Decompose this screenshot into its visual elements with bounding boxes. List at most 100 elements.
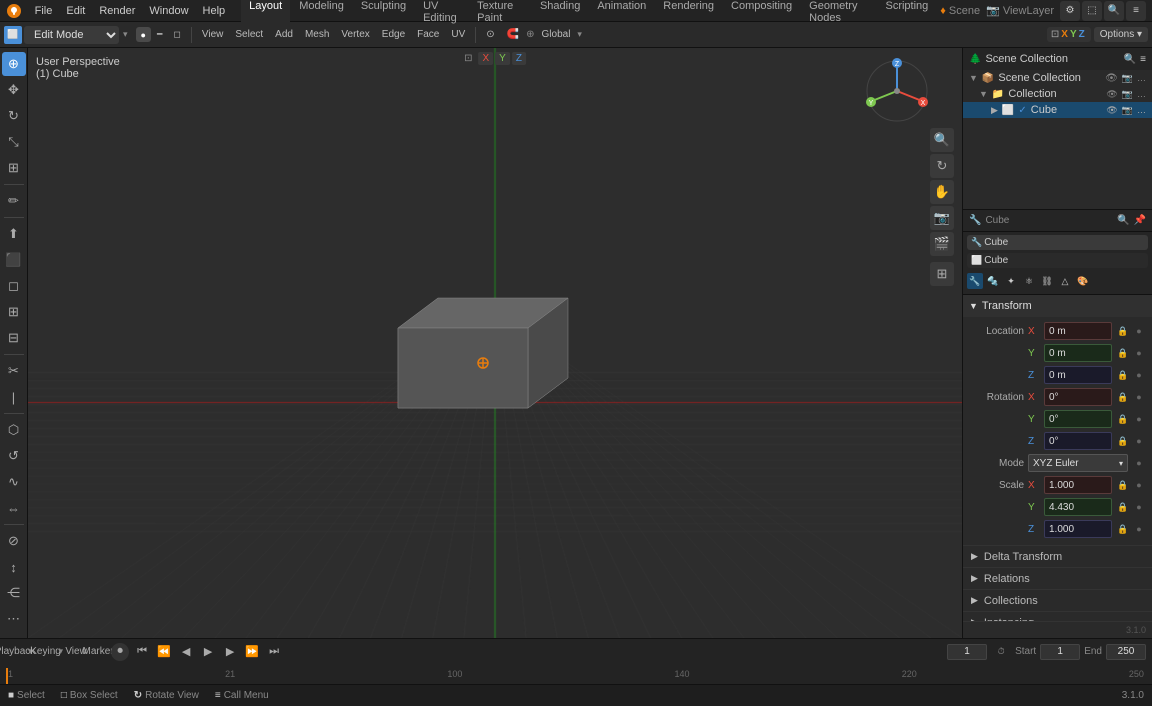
header-icon-2[interactable]: ⬚ [1082,1,1102,21]
properties-search[interactable]: 🔍 [1117,215,1129,226]
prop-tab-physics[interactable]: ⚛ [1021,273,1037,289]
rotation-x-dot[interactable]: ● [1132,390,1146,404]
overlay-toggle[interactable]: ⊞ [930,262,954,286]
outliner-collection[interactable]: ▼ 📁 Collection 👁 📷 … [963,86,1152,102]
frame-number-track[interactable]: 1 21 100 140 220 250 [4,669,1148,679]
prev-frame-btn[interactable]: ⏪ [155,643,173,661]
rotation-z-lock[interactable]: 🔒 [1116,434,1130,448]
menu-help[interactable]: Help [197,3,232,19]
tab-scripting[interactable]: Scripting [877,0,936,26]
x-axis-btn[interactable]: X [478,52,493,65]
tab-layout[interactable]: Layout [241,0,290,26]
keying-dropdown-arrow[interactable]: ▾ [59,646,64,657]
tab-animation[interactable]: Animation [589,0,654,26]
next-keyframe-btn[interactable]: ▶ [221,643,239,661]
prop-tab-object[interactable]: 🔧 [967,273,983,289]
play-btn[interactable]: ▶ [199,643,217,661]
menu-edit[interactable]: Edit [60,3,91,19]
rotation-y-dot[interactable]: ● [1132,412,1146,426]
tool-shrink-fatten[interactable]: ⊘ [2,529,26,553]
header-icon-3[interactable]: 🔍 [1104,1,1124,21]
prev-keyframe-btn[interactable]: ◀ [177,643,195,661]
menu-window[interactable]: Window [143,3,194,19]
prop-tab-object-data[interactable]: △ [1057,273,1073,289]
record-button[interactable]: ⏺ [111,643,129,661]
location-y-value[interactable]: 0 m [1044,344,1112,362]
scale-y-lock[interactable]: 🔒 [1116,500,1130,514]
view-menu[interactable]: View [197,27,229,42]
scene-dropdown[interactable]: Scene [949,5,980,17]
header-icon-4[interactable]: ≡ [1126,1,1146,21]
scale-x-dot[interactable]: ● [1132,478,1146,492]
location-y-lock[interactable]: 🔒 [1116,346,1130,360]
zoom-in-btn[interactable]: 🔍 [930,128,954,152]
snap-toggle[interactable]: 🧲 [502,27,524,42]
header-icon-1[interactable]: ⚙ [1060,1,1080,21]
properties-pin[interactable]: 📌 [1134,215,1146,226]
tool-transform[interactable]: ⊞ [2,156,26,180]
tool-knife[interactable]: ✂ [2,359,26,383]
scale-y-dot[interactable]: ● [1132,500,1146,514]
tab-uv-editing[interactable]: UV Editing [415,0,468,26]
scale-x-lock[interactable]: 🔒 [1116,478,1130,492]
scale-z-lock[interactable]: 🔒 [1116,522,1130,536]
rotation-y-lock[interactable]: 🔒 [1116,412,1130,426]
tool-shear[interactable]: ⋲ [2,581,26,605]
face-select-mode[interactable]: ◻ [168,27,185,42]
location-z-dot[interactable]: ● [1132,368,1146,382]
end-frame-input[interactable]: 250 [1106,644,1146,660]
collection-render[interactable]: 📷 [1122,89,1133,100]
scene-collection-eye[interactable]: 👁 [1105,73,1118,84]
delta-transform-section[interactable]: ▶ Delta Transform [963,546,1152,568]
vertex-select-mode[interactable]: ● [136,27,151,42]
start-frame-input[interactable]: 1 [1040,644,1080,660]
scale-x-value[interactable]: 1.000 [1044,476,1112,494]
scale-y-value[interactable]: 4.430 [1044,498,1112,516]
viewport-gizmo[interactable]: Z X Y [862,56,922,116]
rotate-view-btn[interactable]: ↻ [930,154,954,178]
location-z-value[interactable]: 0 m [1044,366,1112,384]
current-frame-input[interactable]: 1 [947,644,987,660]
z-axis-btn[interactable]: Z [512,52,526,65]
mode-dot[interactable]: ● [1132,456,1146,470]
playback-dropdown[interactable]: Playback [6,643,24,661]
edge-menu[interactable]: Edge [377,27,410,42]
edge-select-mode[interactable]: ━ [152,27,167,42]
marker-dropdown[interactable]: Marker [89,643,107,661]
cube-render[interactable]: 📷 [1122,105,1133,116]
scale-z-dot[interactable]: ● [1132,522,1146,536]
tool-scale[interactable]: ⤡ [2,130,26,154]
tool-smooth-vertex[interactable]: ∿ [2,470,26,494]
rotation-mode-select[interactable]: XYZ Euler ▾ [1028,454,1128,472]
tab-modeling[interactable]: Modeling [291,0,352,26]
cube-options[interactable]: … [1137,105,1146,115]
add-menu[interactable]: Add [270,27,298,42]
viewport-3d[interactable]: User Perspective (1) Cube ⊡ X Y Z [28,48,962,638]
location-x-lock[interactable]: 🔒 [1116,324,1130,338]
tab-rendering[interactable]: Rendering [655,0,722,26]
tool-push-pull[interactable]: ↕ [2,555,26,579]
prop-tab-modifier[interactable]: 🔩 [985,273,1001,289]
select-menu[interactable]: Select [230,27,268,42]
uv-menu[interactable]: UV [446,27,470,42]
menu-file[interactable]: File [29,3,59,19]
cube-eye[interactable]: 👁 [1106,105,1117,116]
prop-tab-particles[interactable]: ✦ [1003,273,1019,289]
jump-start-btn[interactable]: ⏮ [133,643,151,661]
prop-tab-material[interactable]: 🎨 [1075,273,1091,289]
tool-rip-region[interactable]: ⋯ [2,607,26,631]
vertex-menu[interactable]: Vertex [336,27,374,42]
tab-compositing[interactable]: Compositing [723,0,800,26]
camera-view-btn[interactable]: 📷 [930,206,954,230]
prop-tab-constraints[interactable]: ⛓ [1039,273,1055,289]
rotation-y-value[interactable]: 0° [1044,410,1112,428]
location-x-dot[interactable]: ● [1132,324,1146,338]
render-view-btn[interactable]: 🎬 [930,232,954,256]
tool-spin[interactable]: ↺ [2,444,26,468]
tool-bisect[interactable]: | [2,385,26,409]
face-menu[interactable]: Face [412,27,444,42]
rotation-z-value[interactable]: 0° [1044,432,1112,450]
pan-view-btn[interactable]: ✋ [930,180,954,204]
tool-cursor[interactable]: ⊕ [2,52,26,76]
collections-section[interactable]: ▶ Collections [963,590,1152,612]
